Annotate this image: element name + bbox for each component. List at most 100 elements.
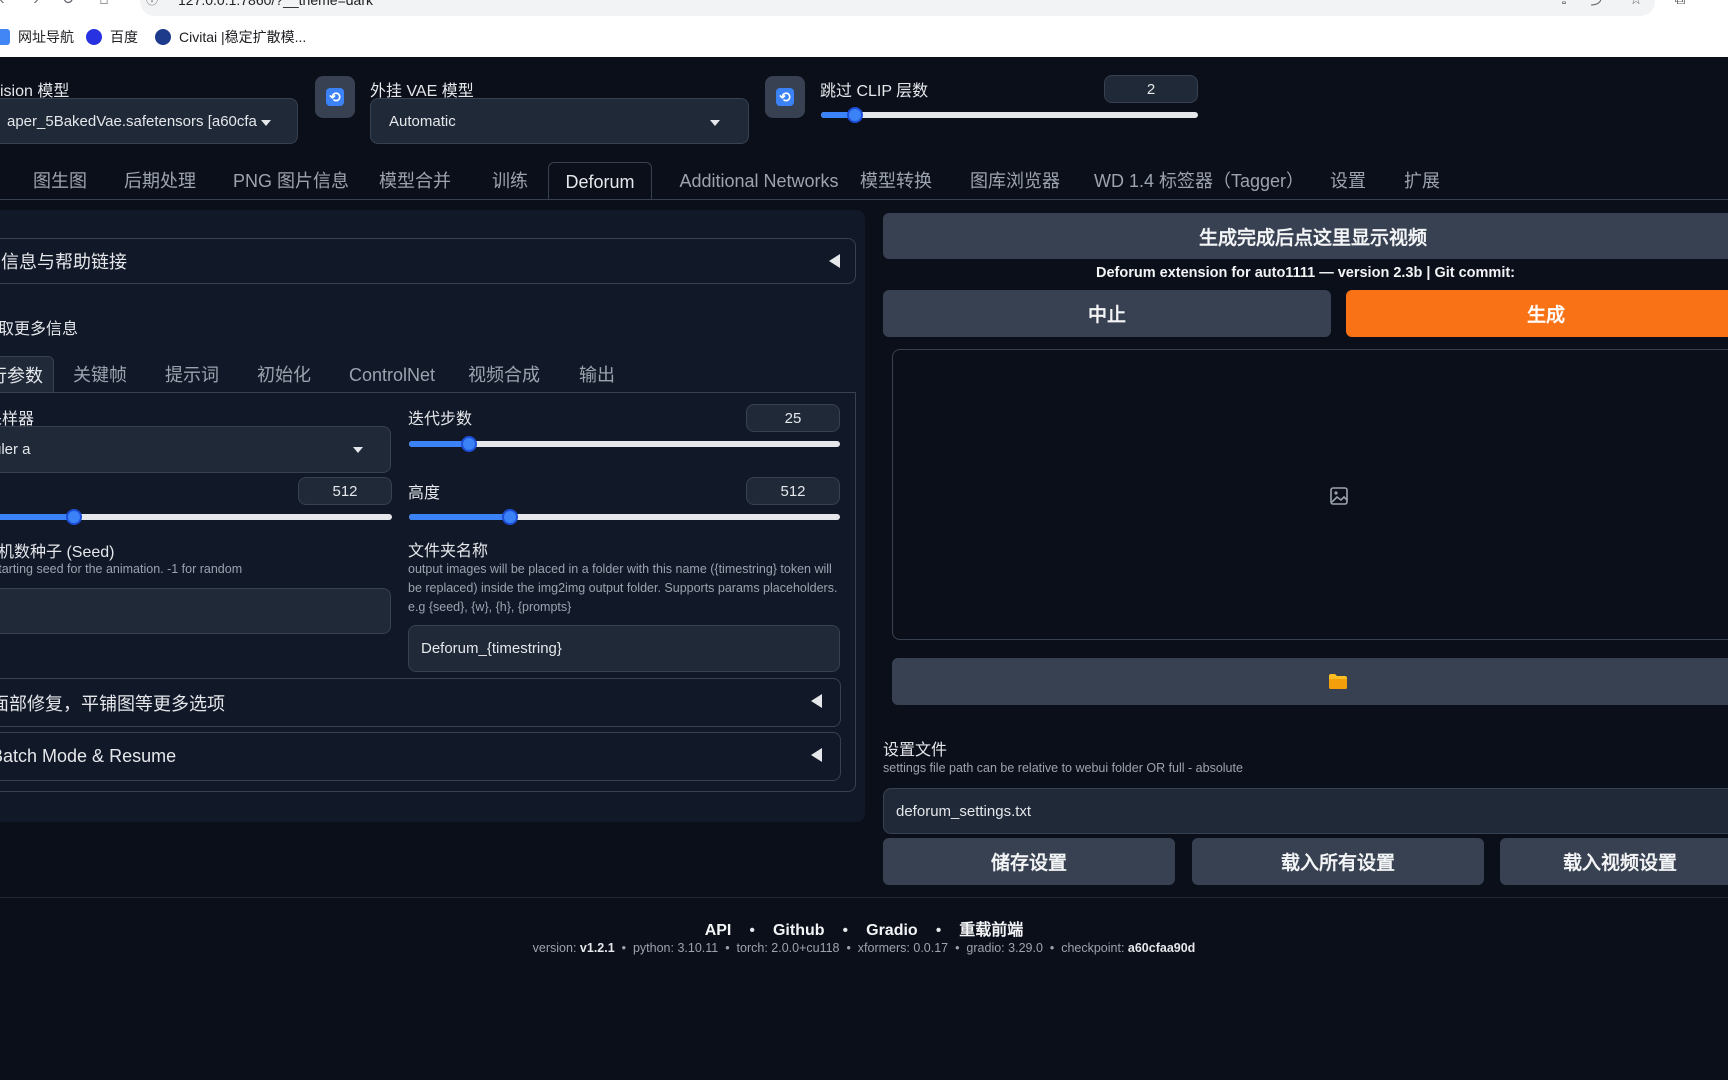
divider: [0, 199, 1728, 200]
tab-11[interactable]: 扩展: [1402, 162, 1442, 200]
subtab-2[interactable]: 提示词: [158, 356, 226, 394]
vae-dropdown[interactable]: Automatic: [370, 98, 749, 144]
seed-label: 随机数种子 (Seed): [0, 544, 115, 561]
globe-icon: [0, 29, 10, 45]
subtab-0[interactable]: 运行参数: [0, 356, 54, 394]
save-settings-button[interactable]: 储存设置: [883, 838, 1175, 885]
footer-divider: [0, 897, 1728, 898]
torch-label: torch:: [736, 941, 768, 955]
github-link[interactable]: Github: [773, 922, 825, 939]
api-link[interactable]: API: [705, 922, 732, 939]
steps-slider[interactable]: [409, 436, 840, 452]
tab-8[interactable]: 图库浏览器: [966, 162, 1064, 200]
subtab-3[interactable]: 初始化: [250, 356, 318, 394]
tab-9[interactable]: WD 1.4 标签器（Tagger）: [1094, 162, 1304, 200]
seed-input[interactable]: [0, 588, 391, 634]
subtab-4[interactable]: ControlNet: [342, 356, 442, 394]
tab-1[interactable]: 后期处理: [122, 162, 198, 200]
height-number[interactable]: 512: [746, 477, 840, 505]
sd-model-value: aper_5BakedVae.safetensors [a60cfaa9: [7, 112, 257, 130]
baidu-paw-icon: [86, 29, 102, 45]
bookmark-label: 百度: [110, 29, 138, 45]
tab-7[interactable]: 模型转换: [858, 162, 934, 200]
width-number[interactable]: 512: [298, 477, 392, 505]
button-label: 生成: [1526, 305, 1565, 326]
show-video-button[interactable]: 生成完成后点这里显示视频: [883, 213, 1728, 259]
steps-label: 迭代步数: [408, 411, 473, 428]
bookmark-star-icon[interactable]: ☆: [1628, 0, 1644, 8]
separator-dot: •: [749, 922, 755, 939]
reload-ui-link[interactable]: 重载前端: [959, 922, 1023, 939]
tab-4[interactable]: 训练: [490, 162, 530, 200]
tab-0[interactable]: 图生图: [30, 162, 90, 200]
chevron-down-icon: [710, 120, 720, 126]
folder-icon: [1329, 674, 1347, 689]
clip-skip-label: 跳过 CLIP 层数: [820, 83, 929, 100]
tab-3[interactable]: 模型合并: [378, 162, 452, 200]
tab-2[interactable]: PNG 图片信息: [233, 162, 349, 200]
accordion-title: 面部修复，平铺图等更多选项: [0, 693, 225, 714]
collapse-triangle-icon: [829, 254, 840, 268]
subtab-5[interactable]: 视频合成: [462, 356, 546, 394]
separator-dot: •: [842, 922, 849, 939]
tab-10[interactable]: 设置: [1328, 162, 1368, 200]
clip-skip-slider[interactable]: [821, 107, 1198, 123]
refresh-icon: ⟲: [776, 88, 794, 106]
forward-arrow-icon[interactable]: ›: [28, 0, 44, 8]
bookmark-baidu[interactable]: 百度: [86, 27, 138, 47]
folder-name-input[interactable]: Deforum_{timestring}: [408, 625, 840, 672]
clip-skip-value: 2: [1146, 80, 1156, 98]
extensions-icon[interactable]: ⧉: [1672, 0, 1688, 8]
site-info-icon[interactable]: ⓘ: [144, 0, 160, 8]
back-arrow-icon[interactable]: ‹: [0, 0, 10, 8]
checkpoint-value: a60cfaa90d: [1127, 941, 1196, 955]
interrupt-button[interactable]: 中止: [883, 290, 1331, 337]
height-label: 高度: [408, 485, 441, 502]
reload-icon[interactable]: ↻: [60, 0, 76, 8]
more-info-text: 获取更多信息: [0, 321, 79, 338]
torch-value: 2.0.0+cu118: [771, 941, 840, 955]
load-video-settings-button[interactable]: 载入视频设置: [1500, 838, 1728, 885]
height-slider[interactable]: [409, 509, 840, 525]
open-folder-button[interactable]: [892, 658, 1728, 705]
xformers-label: xformers:: [857, 941, 910, 955]
slider-fill: [409, 514, 511, 520]
share-icon[interactable]: ⇪: [1556, 0, 1572, 8]
home-icon[interactable]: ⌂: [96, 0, 112, 8]
gradio-link[interactable]: Gradio: [866, 922, 918, 939]
slider-thumb[interactable]: [847, 107, 864, 123]
clip-skip-number[interactable]: 2: [1104, 75, 1198, 103]
vae-value: Automatic: [389, 112, 456, 130]
info-accordion[interactable]: 信息与帮助链接: [0, 238, 856, 284]
width-slider[interactable]: [0, 509, 392, 525]
refresh-vae-button[interactable]: ⟲: [765, 76, 805, 118]
steps-number[interactable]: 25: [746, 404, 840, 432]
settings-file-input[interactable]: deforum_settings.txt: [883, 788, 1728, 834]
load-all-settings-button[interactable]: 载入所有设置: [1192, 838, 1484, 885]
xformers-value: 0.0.17: [913, 941, 949, 955]
accordion-title: 信息与帮助链接: [1, 252, 127, 272]
subtab-6[interactable]: 输出: [572, 356, 622, 394]
batch-mode-accordion[interactable]: Batch Mode & Resume: [0, 732, 841, 781]
translate-icon[interactable]: ⤴: [1590, 0, 1606, 8]
generate-button[interactable]: 生成: [1346, 290, 1728, 337]
tab-5[interactable]: Deforum: [548, 162, 652, 200]
folder-name-value: Deforum_{timestring}: [421, 640, 562, 657]
bookmark-civitai[interactable]: Civitai |稳定扩散模...: [155, 27, 306, 47]
button-label: 储存设置: [990, 853, 1067, 874]
refresh-model-button[interactable]: ⟲: [315, 76, 355, 118]
output-gallery[interactable]: [892, 349, 1728, 640]
face-restore-accordion[interactable]: 面部修复，平铺图等更多选项: [0, 678, 841, 727]
sampler-dropdown[interactable]: Euler a: [0, 426, 391, 473]
subtab-1[interactable]: 关键帧: [66, 356, 134, 394]
url-text: 127.0.0.1:7860/?__theme=dark: [178, 0, 373, 8]
width-value: 512: [332, 482, 358, 500]
sd-model-dropdown[interactable]: aper_5BakedVae.safetensors [a60cfaa9: [0, 98, 298, 144]
button-label: 载入视频设置: [1562, 853, 1677, 874]
bookmark-nav[interactable]: 网址导航: [0, 27, 74, 47]
browser-chrome: ‹ › ↻ ⌂ ⓘ 127.0.0.1:7860/?__theme=dark ⇪…: [0, 0, 1728, 57]
button-label: 生成完成后点这里显示视频: [1198, 227, 1427, 249]
height-value: 512: [780, 482, 806, 500]
deforum-version-text: Deforum extension for auto1111 — version…: [1095, 265, 1516, 281]
tab-6[interactable]: Additional Networks: [666, 162, 852, 200]
